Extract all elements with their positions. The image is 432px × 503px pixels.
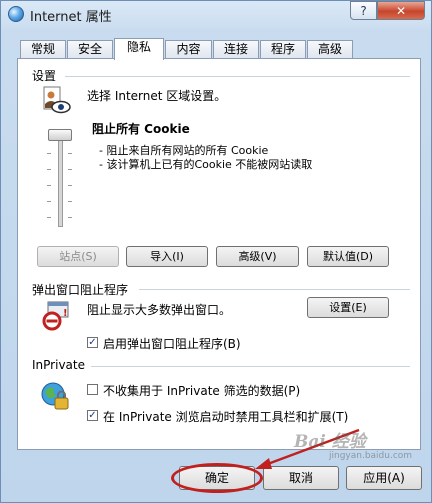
disable-toolbars-checkbox[interactable]: ✓: [87, 410, 98, 421]
advanced-button[interactable]: 高级(V): [216, 246, 299, 267]
slider-tick: [68, 201, 72, 202]
slider-tick: [68, 217, 72, 218]
privacy-level-slider-track[interactable]: [58, 131, 63, 227]
slider-tick: [68, 169, 72, 170]
tab-advanced[interactable]: 高级: [307, 40, 353, 59]
help-button[interactable]: ?: [350, 1, 377, 20]
zone-instruction: 选择 Internet 区域设置。: [87, 89, 227, 103]
level-description-line-2: - 该计算机上已有的Cookie 不能被网站读取: [99, 158, 313, 171]
privacy-eye-icon: [43, 86, 71, 114]
slider-tick: [47, 169, 51, 170]
default-button[interactable]: 默认值(D): [307, 246, 389, 267]
window-title: Internet 属性: [30, 10, 112, 25]
import-button[interactable]: 导入(I): [126, 246, 208, 267]
inprivate-icon: [41, 382, 69, 410]
sites-button[interactable]: 站点(S): [37, 246, 119, 267]
tab-programs[interactable]: 程序: [260, 40, 306, 59]
slider-tick: [68, 185, 72, 186]
settings-divider: [65, 76, 410, 77]
settings-group-label: 设置: [30, 67, 59, 84]
popup-blocker-icon: !: [42, 301, 69, 331]
svg-text:!: !: [63, 308, 68, 319]
slider-tick: [68, 153, 72, 154]
disable-toolbars-label: 在 InPrivate 浏览启动时禁用工具栏和扩展(T): [103, 410, 349, 424]
popup-blocker-divider: [139, 289, 410, 290]
tab-connections[interactable]: 连接: [213, 40, 259, 59]
no-collect-data-label: 不收集用于 InPrivate 筛选的数据(P): [103, 384, 301, 398]
inprivate-group-label: InPrivate: [30, 358, 87, 372]
slider-tick: [47, 185, 51, 186]
popup-blocker-group-label: 弹出窗口阻止程序: [30, 281, 131, 298]
no-collect-data-checkbox[interactable]: [87, 384, 98, 395]
privacy-level-title: 阻止所有 Cookie: [92, 122, 190, 136]
slider-tick: [47, 153, 51, 154]
popup-blocker-description: 阻止显示大多数弹出窗口。: [87, 303, 232, 317]
privacy-level-slider-thumb[interactable]: [48, 129, 72, 141]
popup-settings-button[interactable]: 设置(E): [307, 297, 389, 318]
enable-popup-blocker-label: 启用弹出窗口阻止程序(B): [103, 337, 241, 351]
tab-security[interactable]: 安全: [67, 40, 113, 59]
slider-tick: [47, 201, 51, 202]
ok-highlight-ellipse: [171, 463, 263, 493]
inprivate-divider: [91, 366, 410, 367]
enable-popup-blocker-checkbox[interactable]: ✓: [87, 337, 98, 348]
slider-tick: [47, 217, 51, 218]
baidu-watermark-url: jingyan.baidu.com: [329, 451, 413, 461]
baidu-watermark: Bai 经验: [294, 432, 366, 452]
tab-content[interactable]: 内容: [165, 40, 212, 59]
internet-properties-dialog: Internet 属性 ? ✕ 常规 安全 隐私 内容 连接 程序 高级 设置 …: [0, 0, 432, 503]
tab-privacy[interactable]: 隐私: [114, 38, 164, 60]
internet-globe-icon: [8, 6, 24, 22]
tab-general[interactable]: 常规: [20, 40, 66, 59]
close-button[interactable]: ✕: [377, 1, 425, 20]
title-bar[interactable]: Internet 属性 ? ✕: [1, 1, 431, 27]
